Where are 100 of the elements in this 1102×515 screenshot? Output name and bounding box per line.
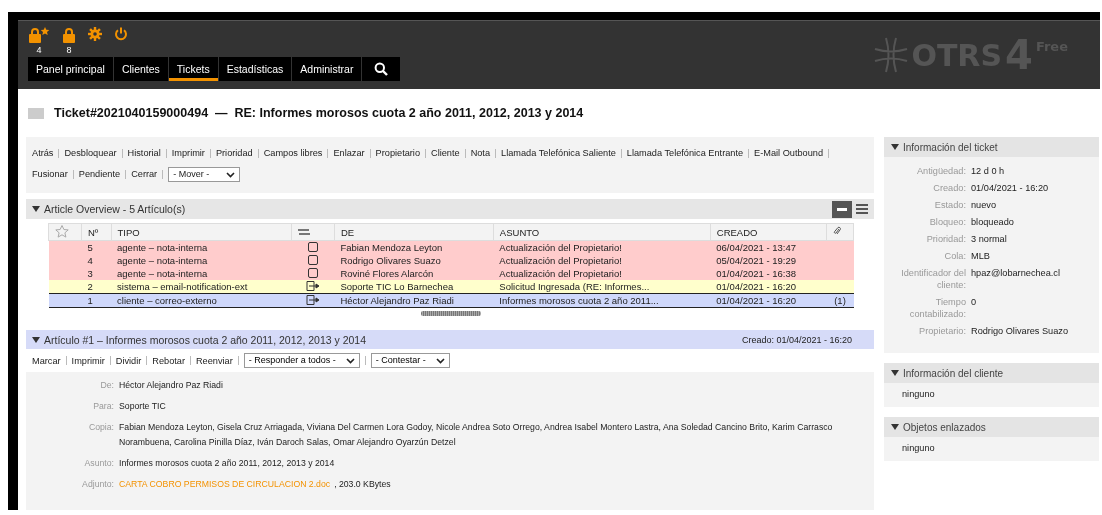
nav-tab[interactable]: Panel principal (28, 57, 113, 81)
table-cell: Actualización del Propietario! (493, 240, 711, 254)
article-title[interactable]: Artículo #1 – Informes morosos cuota 2 año 2011, 2012, 2013 y 2014 (44, 333, 366, 346)
article-action-link[interactable]: Marcar (32, 355, 61, 366)
table-cell: 01/04/2021 - 16:20 (710, 293, 827, 308)
move-select[interactable]: - Mover - (168, 167, 241, 182)
table-cell: 05/04/2021 - 19:29 (710, 254, 827, 267)
attachment-count: (1) (834, 295, 846, 306)
field-value: nuevo (971, 199, 998, 211)
article-row[interactable]: 1 cliente – correo-externo Héctor Alejandro Paz Riadi Informes morosos cuota 2 año 2011... 01/04/2021 - 16:20 (1) (48, 293, 854, 308)
search-button[interactable] (362, 57, 401, 81)
column-header: Nº (81, 223, 112, 241)
article-action-link[interactable]: Reenviar (196, 355, 233, 366)
nav-tab[interactable]: Estadísticas (218, 57, 292, 81)
action-link[interactable]: Fusionar (32, 164, 68, 185)
action-link[interactable]: Cliente (431, 143, 460, 164)
action-link[interactable]: Nota (470, 143, 491, 164)
table-cell: Roviné Flores Alarcón (334, 267, 494, 280)
action-link[interactable]: Propietario (375, 143, 420, 164)
field-label: Bloqueo: (928, 216, 966, 228)
collapse-triangle-icon[interactable] (32, 206, 40, 212)
collapse-triangle-icon[interactable] (891, 144, 899, 150)
action-link[interactable]: Cerrar (131, 164, 158, 185)
resize-handle[interactable] (421, 310, 481, 316)
table-cell: 4 (81, 254, 112, 267)
column-header: DE (334, 223, 494, 241)
field-label: Tiempo contabilizado: (908, 296, 966, 320)
article-select[interactable]: - Contestar - (370, 353, 450, 368)
field-value: Informes morosos cuota 2 año 2011, 2012, 2013 y 2014 (119, 458, 335, 468)
field-label: Prioridad: (925, 233, 966, 245)
field-label: Estado: (933, 199, 966, 211)
article-row[interactable]: 2 sistema – email-notification-ext Soporte TIC Lo Barnechea Solicitud Ingresada (RE: Informes... 01/04/2021 - 16:20 (48, 280, 854, 294)
action-link[interactable]: Historial (127, 143, 161, 164)
table-cell: Solicitud Ingresada (RE: Informes... (493, 280, 711, 294)
collapse-view-button[interactable] (832, 200, 852, 218)
field-value: MLB (971, 250, 991, 262)
article-row[interactable]: 4 agente – nota-interna Rodrigo Olivares Suazo Actualización del Propietario! 05/04/2021 - 19:29 (48, 254, 854, 267)
table-cell: Soporte TIC Lo Barnechea (334, 280, 494, 294)
field-value: Héctor Alejandro Paz Riadi (119, 380, 223, 390)
nav-tab[interactable]: Tickets (168, 57, 218, 81)
action-link[interactable]: Desbloquear (64, 143, 117, 164)
field-label: Creado: (932, 182, 966, 194)
field-label: Para: (92, 400, 115, 413)
article-select[interactable]: - Responder a todos - (243, 353, 360, 368)
table-cell: 2 (81, 280, 112, 294)
table-cell: Informes morosos cuota 2 año 2011... (493, 293, 711, 308)
action-link[interactable]: Enlazar (333, 143, 365, 164)
table-cell: 3 (81, 267, 112, 280)
action-link[interactable]: Atrás (32, 143, 54, 164)
count-label: 4 (36, 45, 42, 55)
table-cell: Actualización del Propietario! (493, 267, 711, 280)
nav-tab[interactable]: Clientes (113, 57, 168, 81)
article-action-link[interactable]: Imprimir (71, 355, 105, 366)
widget-title[interactable]: Article Overview - 5 Artículo(s) (44, 203, 186, 215)
table-cell: Héctor Alejandro Paz Riadi (334, 293, 494, 308)
article-action-link[interactable]: Rebotar (152, 355, 185, 366)
arrow-into-box-icon (305, 280, 320, 291)
lock-star-icon[interactable] (28, 27, 50, 43)
logo-icon (874, 37, 909, 73)
search-icon[interactable] (374, 62, 389, 76)
power-icon[interactable] (114, 27, 128, 41)
lock-icon[interactable] (62, 27, 76, 43)
field-value: Fabian Mendoza Leyton, Gisela Cruz Arriagada, Viviana Del Carmen Lora Godoy, Nicole Andrea Soto Orrego, Andrea Isabel Montero Lastra, Ana Soledad Cancino Brito, Karim Carrasco Norambuena, Carolina Pinilla Díaz, Iván Daroch Salas, Omar Alejandro Oyarzún Detzel (119, 422, 833, 447)
table-cell: agente – nota-interna (111, 254, 292, 267)
field-label: Asunto: (83, 457, 115, 470)
column-header: CREADO (710, 223, 827, 241)
table-cell: 5 (81, 240, 112, 254)
action-link[interactable]: Llamada Telefónica Saliente (501, 143, 616, 164)
table-cell: sistema – email-notification-ext (111, 280, 292, 294)
collapse-triangle-icon[interactable] (891, 370, 899, 376)
ticket-title: Ticket#2021040159000494 — RE: Informes morosos cuota 2 año 2011, 2012, 2013 y 2014 (54, 106, 584, 120)
field-label: Propietario: (918, 325, 966, 337)
collapse-triangle-icon[interactable] (891, 424, 899, 430)
field-label: Antigüedad: (915, 165, 966, 177)
table-cell: agente – nota-interna (111, 240, 292, 254)
panel-text: ninguno (902, 443, 935, 453)
field-label: Identificador del cliente: (900, 267, 966, 291)
settings-icon[interactable] (88, 27, 102, 41)
email-link[interactable]: hpaz@lobarnechea.cl (971, 267, 1093, 291)
count-label: 8 (66, 45, 72, 55)
action-link[interactable]: Campos libres (263, 143, 323, 164)
action-link[interactable]: E-Mail Outbound (754, 143, 824, 164)
nav-tab[interactable]: Administrar (292, 57, 362, 81)
action-link[interactable]: Pendiente (78, 164, 121, 185)
list-view-icon[interactable] (856, 204, 868, 214)
field-value: 12 d 0 h (971, 165, 1006, 177)
article-row[interactable]: 3 agente – nota-interna Roviné Flores Alarcón Actualización del Propietario! 01/04/2021 - 16:38 (48, 267, 854, 280)
checkbox-icon (307, 254, 318, 265)
table-cell: 01/04/2021 - 16:38 (710, 267, 827, 280)
table-cell: 01/04/2021 - 16:20 (710, 280, 827, 294)
action-link[interactable]: Llamada Telefónica Entrante (626, 143, 744, 164)
field-label: Cola: (943, 250, 966, 262)
article-action-link[interactable]: Dividir (115, 355, 142, 366)
checkbox-icon (307, 267, 318, 278)
action-link[interactable]: Imprimir (171, 143, 205, 164)
collapse-triangle-icon[interactable] (32, 336, 40, 343)
star-icon[interactable] (55, 224, 69, 238)
action-link[interactable]: Prioridad (215, 143, 253, 164)
table-cell: Fabian Mendoza Leyton (334, 240, 494, 254)
arrow-into-box-icon (305, 294, 320, 305)
